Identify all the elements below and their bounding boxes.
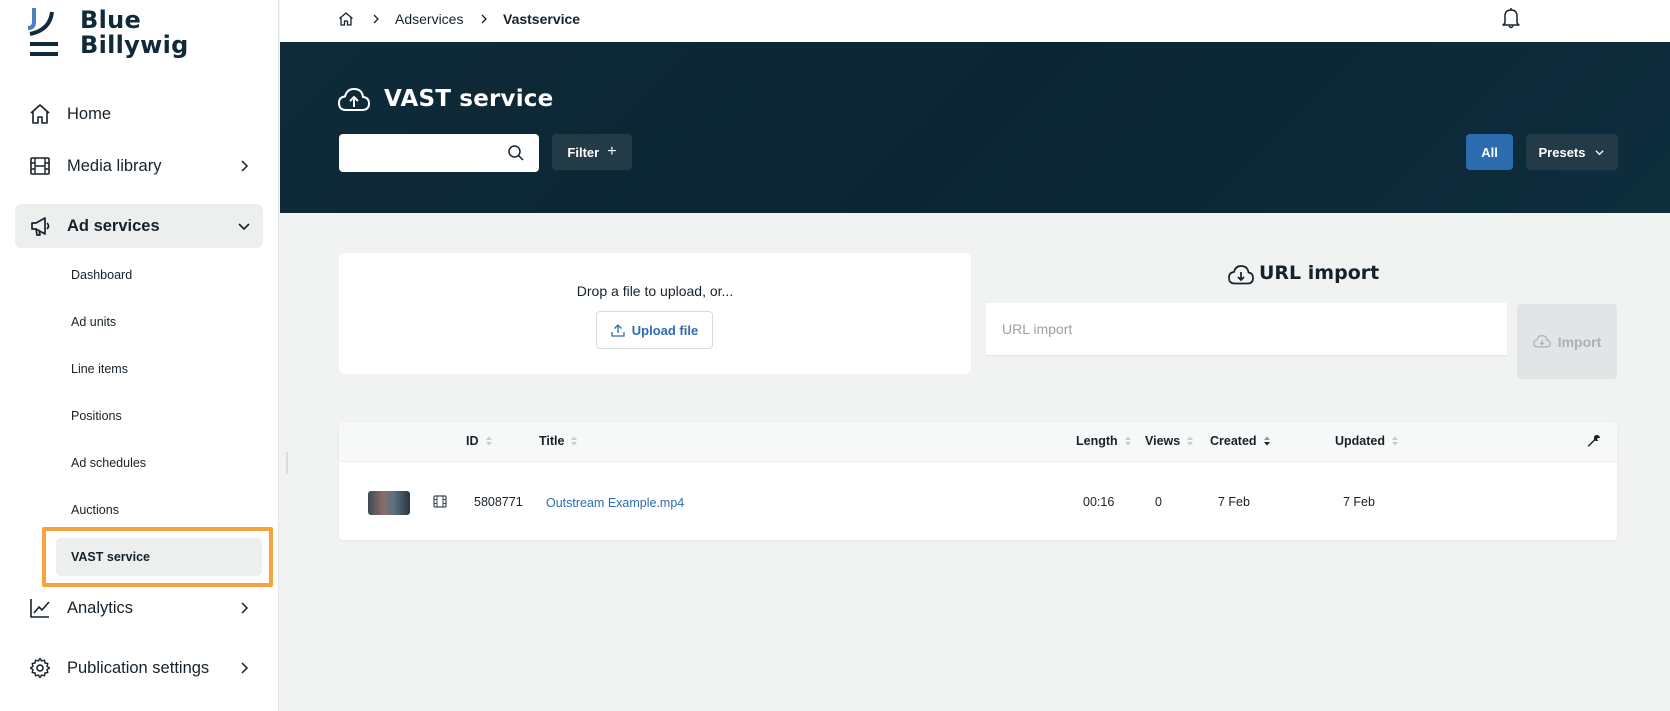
- sidebar-item-home[interactable]: Home: [15, 92, 263, 136]
- all-button[interactable]: All: [1466, 134, 1513, 170]
- cloud-upload-icon: [338, 87, 370, 111]
- presets-label: Presets: [1538, 144, 1586, 160]
- sort-icon: [571, 436, 578, 446]
- top-bar: Adservices Vastservice: [280, 0, 1670, 42]
- chevron-down-icon: [238, 223, 250, 231]
- sort-icon: [1124, 436, 1131, 446]
- sidebar-subitem-dashboard[interactable]: Dashboard: [56, 256, 262, 294]
- wrench-icon[interactable]: [1587, 434, 1601, 448]
- sort-icon: [485, 436, 492, 446]
- chevron-right-icon: [481, 14, 487, 24]
- chevron-right-icon: [241, 662, 249, 674]
- film-icon: [30, 157, 50, 175]
- sidebar-item-label: Publication settings: [67, 658, 210, 677]
- breadcrumb-vastservice: Vastservice: [503, 11, 581, 27]
- sidebar-item-label: Media library: [67, 156, 162, 175]
- chevron-right-icon: [241, 160, 249, 172]
- column-header-updated[interactable]: Updated: [1335, 434, 1399, 448]
- sidebar-subitem-ad-units[interactable]: Ad units: [56, 303, 262, 341]
- sidebar-item-label: Home: [67, 104, 112, 123]
- sidebar-subitem-line-items[interactable]: Line items: [56, 350, 262, 388]
- sidebar-subitem-auctions[interactable]: Auctions: [56, 491, 262, 529]
- column-label: Created: [1210, 434, 1257, 448]
- logo-mark-icon: [28, 8, 58, 56]
- sidebar-subitem-vast-service[interactable]: VAST service: [56, 538, 262, 576]
- chevron-right-icon: [241, 602, 249, 614]
- sidebar-item-publication-settings[interactable]: Publication settings: [15, 646, 263, 690]
- column-label: Title: [539, 434, 565, 448]
- cloud-download-icon: [1532, 335, 1551, 348]
- sidebar-subitem-ad-schedules[interactable]: Ad schedules: [56, 444, 262, 482]
- sort-icon: [1392, 436, 1398, 446]
- megaphone-icon: [31, 217, 50, 236]
- chevron-right-icon: [373, 14, 379, 24]
- sort-icon: [1187, 436, 1194, 446]
- upload-dropzone[interactable]: Drop a file to upload, or... Upload file: [339, 253, 971, 374]
- breadcrumb-adservices[interactable]: Adservices: [395, 0, 463, 38]
- column-header-length[interactable]: Length: [1076, 434, 1132, 448]
- column-label: ID: [466, 434, 479, 448]
- upload-file-label: Upload file: [631, 322, 699, 338]
- brand-line-2: Billywig: [80, 31, 189, 59]
- search-icon[interactable]: [507, 144, 525, 162]
- presets-dropdown[interactable]: Presets: [1526, 134, 1618, 170]
- column-header-created[interactable]: Created: [1210, 434, 1271, 448]
- sidebar: Blue Billywig Home Media library Ad serv…: [0, 0, 279, 711]
- sidebar-item-analytics[interactable]: Analytics: [15, 586, 263, 630]
- filter-button[interactable]: Filter +: [552, 134, 632, 170]
- upload-icon: [611, 324, 625, 337]
- column-label: Views: [1145, 434, 1181, 448]
- cloud-download-icon: [1228, 265, 1254, 285]
- sidebar-item-label: Analytics: [67, 598, 134, 617]
- filter-button-label: Filter: [567, 144, 600, 160]
- url-import-input[interactable]: [986, 303, 1507, 356]
- chart-line-icon: [30, 599, 50, 618]
- film-icon: [433, 495, 447, 508]
- breadcrumb-home-icon[interactable]: [338, 11, 354, 27]
- upload-file-button[interactable]: Upload file: [596, 311, 713, 349]
- column-header-views[interactable]: Views: [1145, 434, 1194, 448]
- url-import-title: URL import: [1259, 262, 1380, 284]
- column-header-title[interactable]: Title: [539, 434, 578, 448]
- brand-logo[interactable]: Blue Billywig: [28, 6, 208, 58]
- page-title: VAST service: [384, 86, 554, 112]
- import-button-label: Import: [1557, 333, 1602, 350]
- media-table: ID Title Length Views Created Updated 58…: [339, 422, 1617, 540]
- column-label: Updated: [1335, 434, 1385, 448]
- page-header: VAST service Filter + All Presets: [280, 42, 1670, 213]
- bell-icon[interactable]: [1501, 7, 1521, 29]
- column-label: Length: [1076, 434, 1118, 448]
- brand-wordmark: Blue Billywig: [80, 8, 189, 58]
- plus-icon: +: [607, 143, 617, 160]
- table-header: ID Title Length Views Created Updated: [339, 422, 1617, 462]
- brand-line-1: Blue: [80, 6, 142, 34]
- chevron-down-icon: [1595, 149, 1605, 155]
- cell-views: 0: [1155, 495, 1162, 509]
- sidebar-item-label: Ad services: [67, 216, 160, 235]
- sidebar-item-ad-services[interactable]: Ad services: [15, 204, 263, 248]
- cell-id: 5808771: [474, 495, 523, 509]
- cell-length: 00:16: [1083, 495, 1115, 509]
- gear-icon: [29, 657, 51, 679]
- home-icon: [30, 104, 50, 124]
- upload-prompt: Drop a file to upload, or...: [576, 283, 734, 299]
- cell-created: 7 Feb: [1218, 495, 1250, 509]
- sidebar-item-media-library[interactable]: Media library: [15, 144, 263, 188]
- video-thumbnail[interactable]: [368, 491, 410, 515]
- sidebar-resize-handle[interactable]: [286, 452, 288, 474]
- import-button[interactable]: Import: [1517, 304, 1617, 379]
- cell-title-link[interactable]: Outstream Example.mp4: [546, 496, 684, 510]
- column-header-id[interactable]: ID: [466, 434, 493, 448]
- cell-updated: 7 Feb: [1343, 495, 1375, 509]
- sort-desc-icon: [1263, 436, 1270, 446]
- sidebar-subitem-positions[interactable]: Positions: [56, 397, 262, 435]
